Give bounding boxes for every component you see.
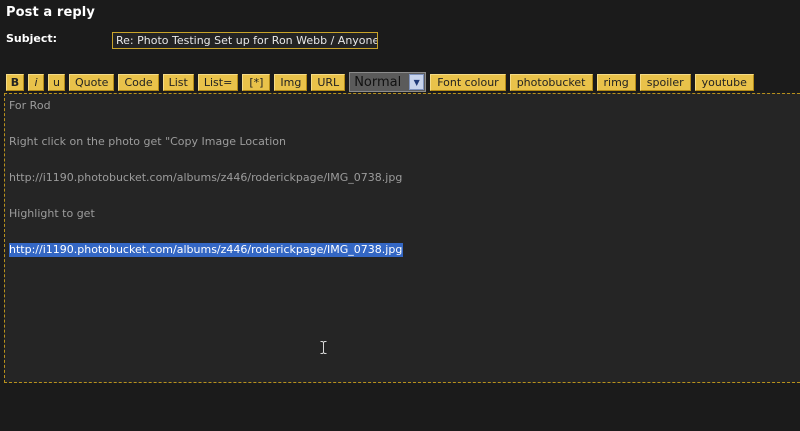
chevron-down-icon[interactable]: ▼ bbox=[409, 74, 425, 90]
spoiler-button[interactable]: spoiler bbox=[639, 73, 691, 91]
editor-line: Right click on the photo get "Copy Image… bbox=[9, 135, 286, 148]
font-colour-button[interactable]: Font colour bbox=[430, 73, 506, 91]
subject-label: Subject: bbox=[6, 32, 58, 45]
font-size-value: Normal bbox=[354, 74, 402, 90]
underline-button[interactable]: u bbox=[48, 73, 65, 91]
ordered-list-button[interactable]: List= bbox=[197, 73, 239, 91]
rimg-button[interactable]: rimg bbox=[596, 73, 636, 91]
italic-button[interactable]: i bbox=[28, 73, 44, 91]
text-cursor-icon bbox=[320, 341, 327, 354]
editor-line: For Rod bbox=[9, 99, 51, 112]
editor-line: http://i1190.photobucket.com/albums/z446… bbox=[9, 171, 403, 184]
youtube-button[interactable]: youtube bbox=[694, 73, 754, 91]
url-button[interactable]: URL bbox=[311, 73, 346, 91]
code-button[interactable]: Code bbox=[118, 73, 159, 91]
editor-line: Highlight to get bbox=[9, 207, 95, 220]
bbcode-toolbar: B i u Quote Code List List= [*] Img URL … bbox=[6, 72, 758, 92]
photobucket-button[interactable]: photobucket bbox=[509, 73, 593, 91]
page-heading: Post a reply bbox=[6, 5, 95, 20]
selected-text: http://i1190.photobucket.com/albums/z446… bbox=[9, 243, 404, 257]
message-textarea[interactable]: For Rod Right click on the photo get "Co… bbox=[4, 93, 800, 383]
img-button[interactable]: Img bbox=[274, 73, 308, 91]
list-item-button[interactable]: [*] bbox=[242, 73, 271, 91]
font-size-select[interactable]: Normal ▼ bbox=[349, 72, 427, 92]
bold-button[interactable]: B bbox=[6, 73, 24, 91]
list-button[interactable]: List bbox=[162, 73, 194, 91]
quote-button[interactable]: Quote bbox=[69, 73, 115, 91]
subject-input[interactable]: Re: Photo Testing Set up for Ron Webb / … bbox=[112, 32, 378, 49]
